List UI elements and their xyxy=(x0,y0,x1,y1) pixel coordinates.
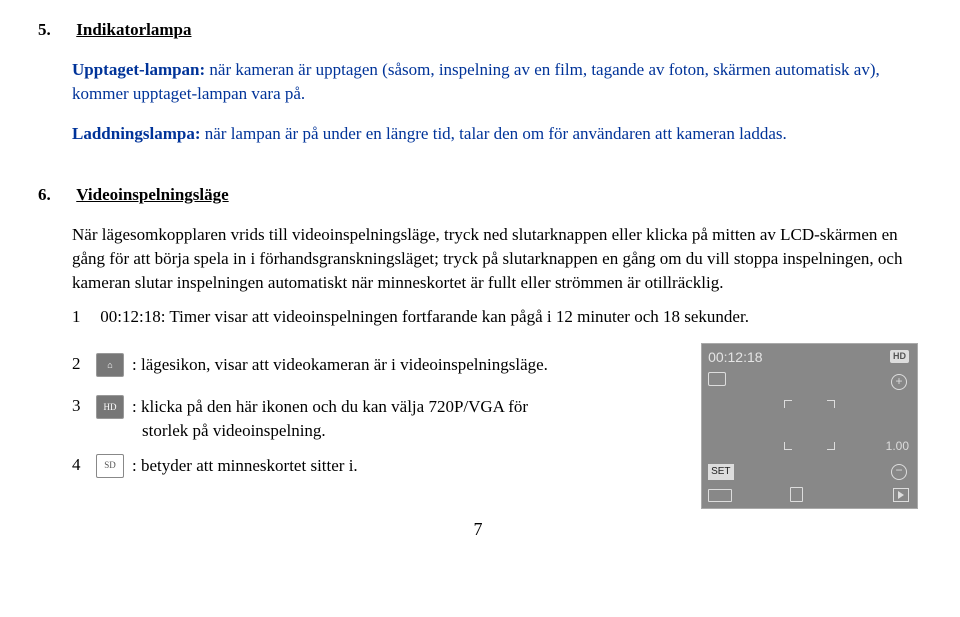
list-item-4: 4 SD : betyder att minneskortet sitter i… xyxy=(72,454,701,478)
video-mode-icon: ⌂ xyxy=(96,353,124,377)
focus-corner-icon xyxy=(827,442,835,450)
item-2-text: : lägesikon, visar att videokameran är i… xyxy=(132,353,548,377)
focus-corner-icon xyxy=(827,400,835,408)
section-5-number: 5. xyxy=(38,18,72,42)
screen-battery-icon xyxy=(708,489,732,502)
item-4-num: 4 xyxy=(72,454,96,476)
focus-corner-icon xyxy=(784,400,792,408)
item-1-num: 1 xyxy=(72,305,96,329)
screen-set-button: SET xyxy=(708,464,733,480)
list-item-2: 2 ⌂ : lägesikon, visar att videokameran … xyxy=(72,353,701,377)
section-6-header: 6. Videoinspelningsläge xyxy=(38,183,918,207)
item-3-text-line1: : klicka på den här ikonen och du kan vä… xyxy=(132,397,528,416)
section-5-paragraph-2: Laddningslampa: när lampan är på under e… xyxy=(72,122,918,146)
charge-lamp-label: Laddningslampa: xyxy=(72,124,201,143)
item-3-text-line2: storlek på videoinspelning. xyxy=(72,419,701,443)
screen-zoom-value: 1.00 xyxy=(886,438,909,455)
busy-lamp-label: Upptaget-lampan: xyxy=(72,60,205,79)
screen-sdcard-icon xyxy=(790,487,803,502)
item-3-num: 3 xyxy=(72,395,96,417)
screen-play-icon xyxy=(893,488,909,502)
screen-zoom-in-icon: + xyxy=(891,374,907,390)
charge-lamp-text: när lampan är på under en längre tid, ta… xyxy=(205,124,787,143)
list-item-1: 1 00:12:18: Timer visar att videoinspeln… xyxy=(72,305,918,329)
hd-icon: HD xyxy=(96,395,124,419)
page-number: 7 xyxy=(38,517,918,543)
item-4-text: : betyder att minneskortet sitter i. xyxy=(132,454,358,478)
screen-mode-icon xyxy=(708,372,726,386)
section-5-title: Indikatorlampa xyxy=(76,20,191,39)
screen-hd-badge: HD xyxy=(890,350,909,363)
screen-zoom-out-icon: − xyxy=(891,464,907,480)
item-2-num: 2 xyxy=(72,353,96,375)
sd-card-icon: SD xyxy=(96,454,124,478)
screen-timer: 00:12:18 xyxy=(708,348,763,368)
section-5-header: 5. Indikatorlampa xyxy=(38,18,918,42)
focus-corner-icon xyxy=(784,442,792,450)
list-item-3: 3 HD : klicka på den här ikonen och du k… xyxy=(72,395,701,419)
item-1-text: 00:12:18: Timer visar att videoinspelnin… xyxy=(100,307,749,326)
section-6-title: Videoinspelningsläge xyxy=(76,185,228,204)
section-6-body: När lägesomkopplaren vrids till videoins… xyxy=(72,223,918,295)
section-5-paragraph-1: Upptaget-lampan: när kameran är upptagen… xyxy=(72,58,918,106)
lcd-preview: 00:12:18 HD + 1.00 SET − xyxy=(701,343,918,509)
section-6-number: 6. xyxy=(38,183,72,207)
